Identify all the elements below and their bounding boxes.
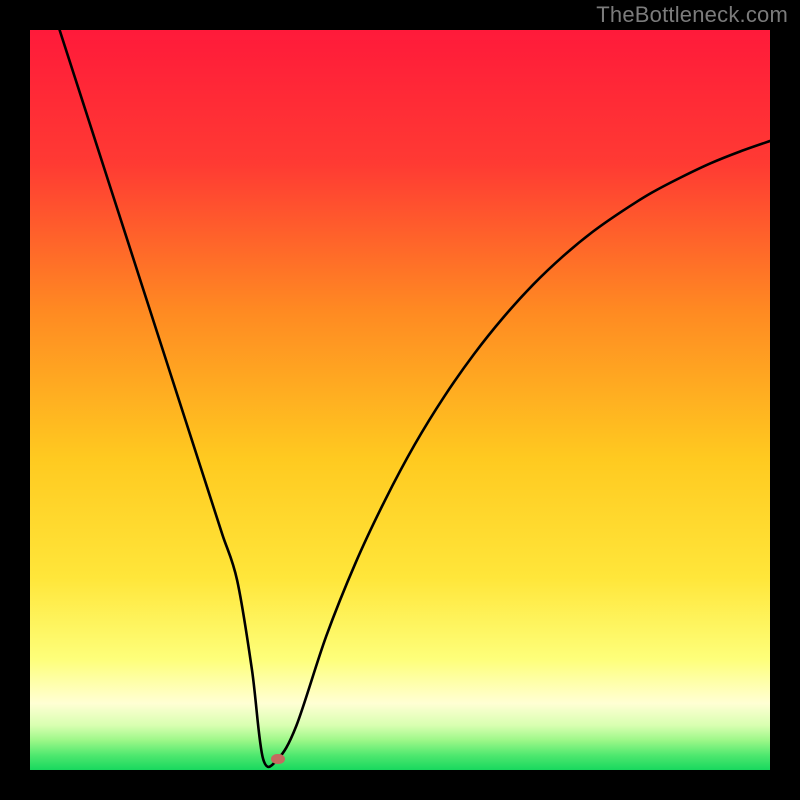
bottleneck-plot [30, 30, 770, 770]
bottleneck-curve [30, 30, 770, 770]
stage: TheBottleneck.com [0, 0, 800, 800]
minimum-marker [271, 754, 285, 764]
watermark-text: TheBottleneck.com [596, 2, 788, 28]
